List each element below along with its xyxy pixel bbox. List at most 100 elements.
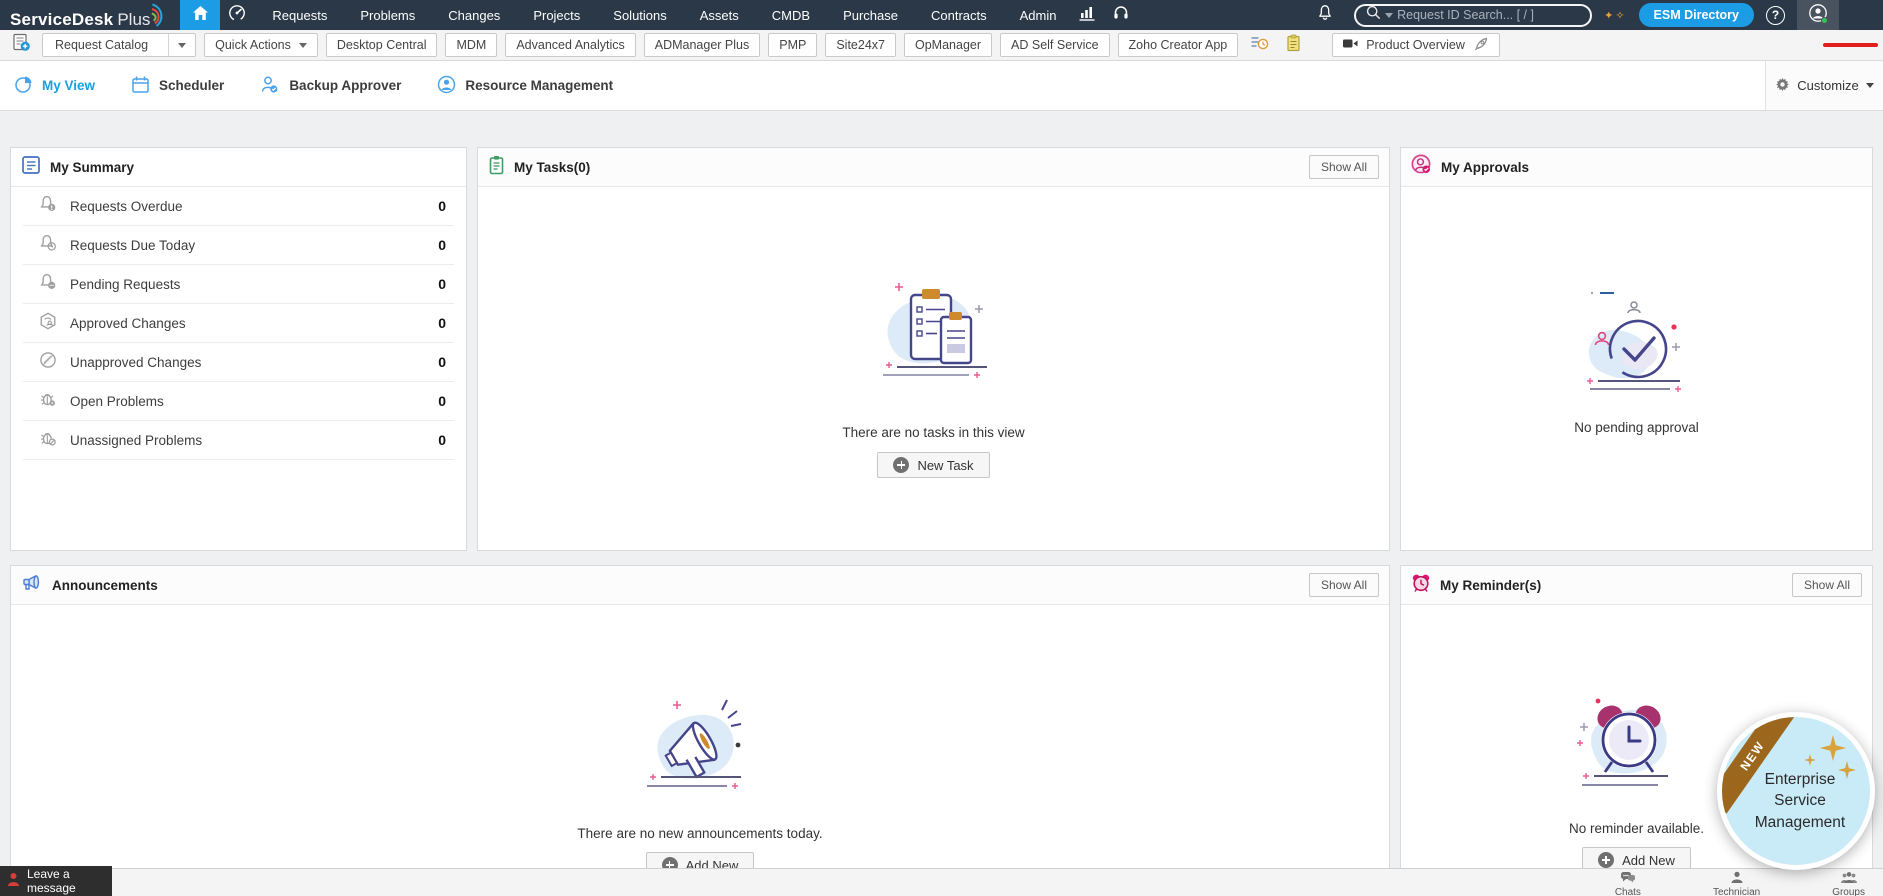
brand-suffix: Plus <box>117 10 150 30</box>
recording-indicator-line <box>1823 43 1878 47</box>
summary-count: 0 <box>438 393 446 409</box>
menu-item-changes[interactable]: Changes <box>448 8 500 23</box>
dashboard-button[interactable] <box>220 0 254 30</box>
product-overview-button[interactable]: Product Overview <box>1332 33 1500 57</box>
tab-scheduler[interactable]: Scheduler <box>131 75 224 97</box>
menu-item-solutions[interactable]: Solutions <box>613 8 666 23</box>
tasks-clipboard-icon <box>488 155 505 180</box>
tab-resource-management[interactable]: Resource Management <box>437 75 613 97</box>
summary-row-open-problems[interactable]: Open Problems 0 <box>23 382 454 421</box>
calendar-icon <box>131 75 150 97</box>
brand-name: ServiceDesk <box>10 10 113 30</box>
footer-technician-link[interactable]: Technician <box>1713 869 1760 896</box>
esm-promo-badge[interactable]: NEW Enterprise Service Management <box>1717 712 1875 870</box>
tab-my-view[interactable]: My View <box>14 75 95 97</box>
chevron-down-icon <box>1866 83 1874 88</box>
app-button-mdm[interactable]: MDM <box>445 33 497 57</box>
panel-title: My Approvals <box>1441 160 1529 175</box>
help-button[interactable] <box>1766 6 1785 25</box>
search-scope-caret-icon[interactable] <box>1385 13 1393 18</box>
support-button[interactable] <box>1104 0 1138 30</box>
menu-item-contracts[interactable]: Contracts <box>931 8 987 23</box>
plus-icon <box>893 457 909 473</box>
footer-chats-link[interactable]: Chats <box>1615 869 1641 896</box>
app-button-ad-self-service[interactable]: AD Self Service <box>1000 33 1110 57</box>
pie-chart-icon <box>14 75 33 97</box>
video-camera-icon <box>1343 38 1358 52</box>
new-request-button[interactable] <box>8 33 34 57</box>
menu-item-requests[interactable]: Requests <box>272 8 327 23</box>
app-button-advanced-analytics[interactable]: Advanced Analytics <box>505 33 635 57</box>
bug-slash-icon <box>39 429 57 452</box>
quick-actions-dropdown[interactable]: Quick Actions <box>204 33 318 57</box>
due-today-bell-icon <box>39 234 57 257</box>
my-tasks-panel: My Tasks(0) Show All <box>477 147 1390 551</box>
panel-title: My Reminder(s) <box>1440 578 1541 593</box>
pending-tasks-button[interactable] <box>1246 33 1272 57</box>
announcements-show-all-button[interactable]: Show All <box>1309 573 1379 597</box>
user-profile-button[interactable] <box>1797 0 1839 30</box>
esm-directory-button[interactable]: ESM Directory <box>1639 3 1754 27</box>
bar-chart-icon <box>1078 4 1096 27</box>
bug-icon <box>39 390 57 413</box>
summary-row-requests-due-today[interactable]: Requests Due Today 0 <box>23 226 454 265</box>
app-button-pmp[interactable]: PMP <box>768 33 817 57</box>
leave-message-widget[interactable]: Leave a message <box>0 866 112 896</box>
panel-title: My Tasks(0) <box>514 160 590 175</box>
approved-changes-icon <box>39 312 57 335</box>
my-approvals-panel: My Approvals No pendin <box>1400 147 1873 551</box>
my-summary-panel: My Summary Requests Overdue 0 Requests D… <box>10 147 467 551</box>
app-button-desktop-central[interactable]: Desktop Central <box>326 33 438 57</box>
footer-groups-link[interactable]: Groups <box>1832 869 1865 896</box>
home-button[interactable] <box>180 0 220 30</box>
app-button-site24x7[interactable]: Site24x7 <box>825 33 896 57</box>
notifications-button[interactable] <box>1308 0 1342 30</box>
tasks-empty-text: There are no tasks in this view <box>842 425 1024 440</box>
product-overview-label: Product Overview <box>1366 38 1465 52</box>
chevron-down-icon <box>178 43 186 48</box>
chevron-down-icon <box>299 43 307 48</box>
notepad-button[interactable] <box>1280 33 1306 57</box>
plus-icon <box>1598 852 1614 868</box>
chat-agent-icon <box>7 872 20 890</box>
reports-button[interactable] <box>1070 0 1104 30</box>
menu-item-purchase[interactable]: Purchase <box>843 8 898 23</box>
global-search[interactable] <box>1354 4 1592 27</box>
menu-item-admin[interactable]: Admin <box>1020 8 1057 23</box>
megaphone-icon <box>21 574 43 597</box>
search-input[interactable] <box>1397 8 1547 22</box>
rocket-icon <box>1473 36 1489 55</box>
summary-row-unapproved-changes[interactable]: Unapproved Changes 0 <box>23 343 454 382</box>
menu-item-assets[interactable]: Assets <box>700 8 739 23</box>
brand-arc-icon <box>151 3 166 33</box>
summary-row-pending-requests[interactable]: Pending Requests 0 <box>23 265 454 304</box>
menu-item-problems[interactable]: Problems <box>360 8 415 23</box>
reminders-show-all-button[interactable]: Show All <box>1792 573 1862 597</box>
unapproved-changes-icon <box>39 351 57 374</box>
tasks-show-all-button[interactable]: Show All <box>1309 155 1379 179</box>
groups-icon <box>1840 871 1858 887</box>
summary-count: 0 <box>438 198 446 214</box>
summary-row-approved-changes[interactable]: Approved Changes 0 <box>23 304 454 343</box>
chats-icon <box>1620 871 1636 887</box>
tab-backup-approver[interactable]: Backup Approver <box>260 75 401 97</box>
app-button-opmanager[interactable]: OpManager <box>904 33 992 57</box>
app-button-zoho-creator[interactable]: Zoho Creator App <box>1118 33 1239 57</box>
quick-toolbar: Request Catalog Quick Actions Desktop Ce… <box>0 30 1883 61</box>
tab-label: Resource Management <box>465 78 613 93</box>
customize-dropdown[interactable]: Customize <box>1765 61 1883 110</box>
tab-label: Backup Approver <box>289 78 401 93</box>
overdue-bell-icon <box>39 195 57 218</box>
request-catalog-dropdown[interactable]: Request Catalog <box>42 33 196 57</box>
app-button-admanager-plus[interactable]: ADManager Plus <box>644 33 761 57</box>
new-task-button[interactable]: New Task <box>877 452 989 478</box>
menu-item-projects[interactable]: Projects <box>533 8 580 23</box>
summary-row-requests-overdue[interactable]: Requests Overdue 0 <box>23 187 454 226</box>
menu-item-cmdb[interactable]: CMDB <box>772 8 810 23</box>
app-logo[interactable]: ServiceDesk Plus <box>0 0 172 30</box>
sparkle-icon: ✦✧ <box>1604 9 1626 22</box>
summary-row-unassigned-problems[interactable]: Unassigned Problems 0 <box>23 421 454 460</box>
request-catalog-icon <box>12 33 31 57</box>
online-status-dot <box>1821 17 1828 24</box>
request-catalog-label: Request Catalog <box>43 38 160 52</box>
